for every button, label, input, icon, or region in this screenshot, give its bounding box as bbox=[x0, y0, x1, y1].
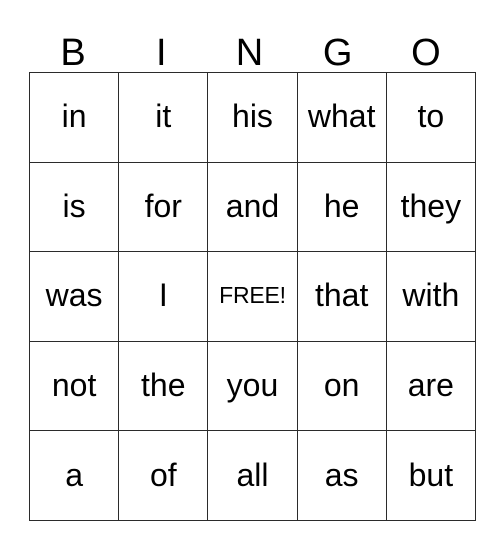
bingo-cell-label: in bbox=[61, 98, 87, 135]
bingo-cell-label: he bbox=[323, 187, 360, 224]
bingo-cell-label: but bbox=[408, 456, 454, 493]
bingo-cell-label: not bbox=[51, 367, 97, 404]
bingo-cell-free-space[interactable]: FREE! bbox=[207, 251, 298, 342]
bingo-row: in it his what to bbox=[28, 72, 476, 163]
bingo-cell[interactable]: with bbox=[385, 251, 476, 342]
bingo-cell[interactable]: he bbox=[296, 161, 387, 253]
bingo-cell[interactable]: in bbox=[28, 72, 120, 163]
bingo-cell[interactable]: but bbox=[385, 430, 476, 521]
bingo-cell-label: you bbox=[226, 367, 279, 404]
bingo-cell-label: they bbox=[400, 187, 462, 224]
bingo-cell[interactable]: a bbox=[28, 430, 120, 521]
bingo-cell-label: as bbox=[324, 456, 359, 493]
bingo-cell-label: on bbox=[323, 367, 360, 404]
bingo-cell[interactable]: it bbox=[118, 72, 209, 163]
bingo-header-letter-o: O bbox=[411, 32, 441, 74]
bingo-cell-label: all bbox=[236, 456, 269, 493]
bingo-cell[interactable]: was bbox=[28, 251, 120, 342]
bingo-header-cell-i: I bbox=[117, 20, 205, 72]
bingo-cell[interactable]: is bbox=[28, 161, 120, 253]
bingo-cell[interactable]: the bbox=[118, 340, 209, 432]
bingo-cell-label: a bbox=[65, 456, 83, 493]
bingo-cell[interactable]: to bbox=[385, 72, 476, 163]
bingo-cell[interactable]: are bbox=[385, 340, 476, 432]
bingo-row: a of all as but bbox=[28, 430, 476, 521]
bingo-header-letter-i: I bbox=[156, 32, 167, 74]
bingo-cell[interactable]: not bbox=[28, 340, 120, 432]
bingo-row: is for and he they bbox=[28, 161, 476, 253]
bingo-cell-label: what bbox=[307, 98, 376, 135]
bingo-cell-label: that bbox=[314, 277, 369, 314]
bingo-header-cell-o: O bbox=[382, 20, 470, 72]
bingo-cell[interactable]: what bbox=[296, 72, 387, 163]
bingo-cell-label: are bbox=[407, 367, 454, 404]
bingo-cell-label: and bbox=[225, 187, 280, 224]
bingo-cell[interactable]: I bbox=[118, 251, 209, 342]
bingo-header-cell-n: N bbox=[205, 20, 293, 72]
bingo-free-space-label: FREE! bbox=[219, 281, 286, 308]
bingo-cell-label: I bbox=[158, 277, 168, 314]
bingo-cell[interactable]: you bbox=[207, 340, 298, 432]
bingo-cell[interactable]: as bbox=[296, 430, 387, 521]
bingo-cell[interactable]: on bbox=[296, 340, 387, 432]
bingo-cell-label: his bbox=[232, 98, 273, 135]
bingo-header-row: B I N G O bbox=[29, 20, 470, 72]
bingo-cell-label: is bbox=[62, 187, 86, 224]
bingo-row: not the you on are bbox=[28, 340, 476, 432]
bingo-cell-label: the bbox=[141, 367, 186, 404]
bingo-grid: in it his what to is for and he they was… bbox=[28, 72, 476, 521]
bingo-header-cell-b: B bbox=[29, 20, 117, 72]
bingo-cell-label: for bbox=[144, 187, 182, 224]
bingo-cell[interactable]: they bbox=[385, 161, 476, 253]
bingo-header-letter-g: G bbox=[322, 32, 353, 74]
bingo-cell[interactable]: his bbox=[207, 72, 298, 163]
bingo-header-cell-g: G bbox=[294, 20, 382, 72]
bingo-row: was I FREE! that with bbox=[28, 251, 476, 342]
bingo-card: B I N G O in it his what to is for and h… bbox=[28, 20, 476, 521]
bingo-cell-label: it bbox=[155, 98, 172, 135]
bingo-cell-label: was bbox=[45, 277, 103, 314]
bingo-cell[interactable]: that bbox=[296, 251, 387, 342]
bingo-cell[interactable]: all bbox=[207, 430, 298, 521]
bingo-cell[interactable]: for bbox=[118, 161, 209, 253]
bingo-cell[interactable]: and bbox=[207, 161, 298, 253]
bingo-cell[interactable]: of bbox=[118, 430, 209, 521]
bingo-cell-label: to bbox=[417, 98, 445, 135]
bingo-header-letter-b: B bbox=[60, 32, 86, 74]
bingo-cell-label: of bbox=[149, 456, 177, 493]
bingo-cell-label: with bbox=[402, 277, 460, 314]
bingo-header-letter-n: N bbox=[235, 32, 264, 74]
